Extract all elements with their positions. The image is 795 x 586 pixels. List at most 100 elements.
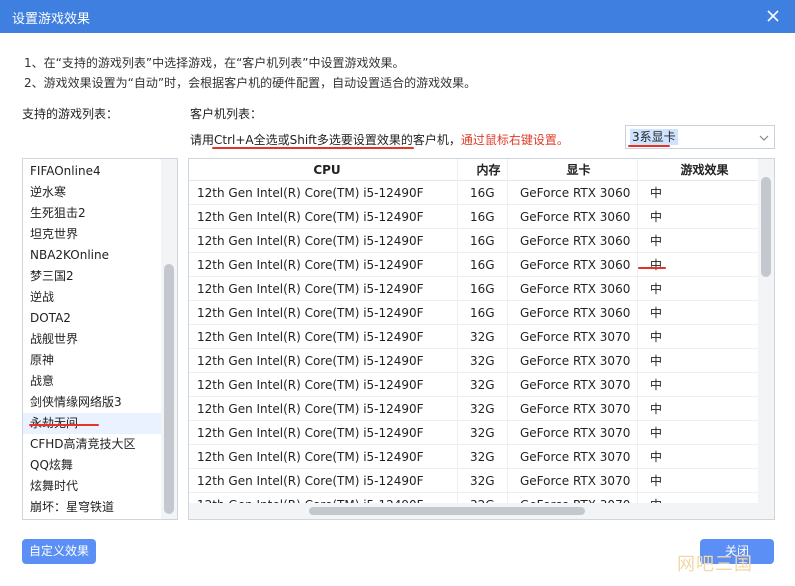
cell-effect: 中 (637, 301, 759, 325)
cell-cpu: 12th Gen Intel(R) Core(TM) i5-12490F (197, 450, 424, 464)
table-row[interactable]: 12th Gen Intel(R) Core(TM) i5-12490F 32GG… (189, 469, 759, 493)
cell-gpu: GeForce RTX 3060 (507, 205, 637, 229)
game-list-item[interactable]: 生死狙击2 (23, 203, 161, 224)
cell-gpu: GeForce RTX 3060 (507, 253, 637, 277)
cell-cpu: 12th Gen Intel(R) Core(TM) i5-12490F (197, 186, 424, 200)
header-cpu[interactable]: CPU (189, 159, 457, 181)
game-list-label: 支持的游戏列表： (22, 107, 119, 121)
window-title: 设置游戏效果 (12, 12, 91, 27)
game-list-item[interactable]: DOTA2 (23, 308, 161, 329)
table-vscrollbar[interactable] (758, 159, 774, 503)
table-hscrollbar[interactable] (189, 503, 759, 519)
cell-gpu: GeForce RTX 3070 (507, 445, 637, 469)
cell-cpu: 12th Gen Intel(R) Core(TM) i5-12490F (197, 402, 424, 416)
cell-effect: 中 (637, 325, 759, 349)
annotation-underline-game (29, 424, 99, 426)
hint-red: 通过鼠标右键设置。 (460, 133, 569, 147)
table-row[interactable]: 12th Gen Intel(R) Core(TM) i5-12490F 32GG… (189, 325, 759, 349)
annotation-underline-select (628, 145, 670, 147)
game-list-item[interactable]: 战意 (23, 371, 161, 392)
cell-gpu: GeForce RTX 3070 (507, 469, 637, 493)
instruction-1: 1、在“支持的游戏列表”中选择游戏，在“客户机列表”中设置游戏效果。 (24, 56, 405, 70)
game-list-scroll-thumb[interactable] (164, 264, 174, 514)
cell-cpu: 12th Gen Intel(R) Core(TM) i5-12490F (197, 474, 424, 488)
table-row[interactable]: 12th Gen Intel(R) Core(TM) i5-12490F 16G G… (189, 253, 759, 277)
game-list-item[interactable]: FIFAOnline4 (23, 161, 161, 182)
table-vscroll-thumb[interactable] (761, 177, 771, 277)
cell-cpu: 12th Gen Intel(R) Core(TM) i5-12490F (197, 426, 424, 440)
hint-text: 请用Ctrl+A全选或Shift多选要设置效果的客户机，通过鼠标右键设置。 (190, 131, 569, 148)
cell-gpu: GeForce RTX 3070 (507, 349, 637, 373)
close-icon[interactable] (763, 6, 783, 26)
cell-mem: 16G (457, 253, 507, 277)
annotation-underline-hint (212, 147, 414, 149)
client-list-label: 客户机列表： (190, 107, 263, 121)
game-list-item[interactable]: 剑侠情缘网络版3 (23, 392, 161, 413)
game-list-item[interactable]: QQ炫舞 (23, 455, 161, 476)
table-row[interactable]: 12th Gen Intel(R) Core(TM) i5-12490F 16G G… (189, 205, 759, 229)
cell-gpu: GeForce RTX 3070 (507, 421, 637, 445)
cell-mem: 32G (457, 469, 507, 493)
game-list-item[interactable]: NBA2KOnline (23, 245, 161, 266)
client-table[interactable]: CPU 内存 显卡 游戏效果 12th Gen Intel(R) Core(TM… (188, 158, 775, 520)
game-list-item[interactable]: 梦三国2 (23, 266, 161, 287)
cell-cpu: 12th Gen Intel(R) Core(TM) i5-12490F (197, 210, 424, 224)
cell-gpu: GeForce RTX 3070 (507, 325, 637, 349)
cell-effect: 中 (637, 253, 759, 277)
cell-effect: 中 (637, 349, 759, 373)
game-list-item[interactable]: 原神 (23, 350, 161, 371)
cell-cpu: 12th Gen Intel(R) Core(TM) i5-12490F (197, 330, 424, 344)
cell-effect: 中 (637, 181, 759, 205)
header-mem[interactable]: 内存 (457, 159, 507, 181)
game-list-item[interactable]: 战舰世界 (23, 329, 161, 350)
annotation-underline-effect (638, 267, 666, 269)
game-list-item[interactable]: 逆水寒 (23, 182, 161, 203)
table-row[interactable]: 12th Gen Intel(R) Core(TM) i5-12490F 16G G… (189, 229, 759, 253)
scroll-corner (758, 503, 774, 519)
dialog-body: 1、在“支持的游戏列表”中选择游戏，在“客户机列表”中设置游戏效果。 2、游戏效… (0, 33, 795, 586)
game-list-item[interactable]: 坦克世界 (23, 224, 161, 245)
cell-effect: 中 (637, 397, 759, 421)
cell-mem: 16G (457, 277, 507, 301)
table-row[interactable]: 12th Gen Intel(R) Core(TM) i5-12490F 32GG… (189, 349, 759, 373)
cell-cpu: 12th Gen Intel(R) Core(TM) i5-12490F (197, 378, 424, 392)
cell-effect: 中 (637, 469, 759, 493)
cell-mem: 16G (457, 181, 507, 205)
hint-main: 请用Ctrl+A全选或Shift多选要设置效果的客户机， (190, 133, 461, 147)
cell-effect: 中 (637, 205, 759, 229)
game-list-item[interactable]: 炫舞时代 (23, 476, 161, 497)
table-header: CPU 内存 显卡 游戏效果 (189, 159, 759, 181)
table-hscroll-thumb[interactable] (309, 507, 585, 515)
cell-cpu: 12th Gen Intel(R) Core(TM) i5-12490F (197, 234, 424, 248)
game-list[interactable]: FIFAOnline4 逆水寒 生死狙击2 坦克世界 NBA2KOnline 梦三国2 逆战… (22, 158, 178, 520)
header-effect[interactable]: 游戏效果 (637, 159, 759, 181)
table-row[interactable]: 12th Gen Intel(R) Core(TM) i5-12490F 32GG… (189, 373, 759, 397)
title-bar: 设置游戏效果 (0, 0, 795, 33)
game-list-item[interactable]: CFHD高清竞技大区 (23, 434, 161, 455)
cell-mem: 32G (457, 349, 507, 373)
game-list-item[interactable]: 崩坏：星穹铁道 (23, 497, 161, 518)
cell-cpu: 12th Gen Intel(R) Core(TM) i5-12490F (197, 282, 424, 296)
cell-mem: 32G (457, 421, 507, 445)
cell-mem: 32G (457, 325, 507, 349)
cell-mem: 32G (457, 445, 507, 469)
table-row[interactable]: 12th Gen Intel(R) Core(TM) i5-12490F 16G G… (189, 301, 759, 325)
chevron-down-icon (759, 135, 769, 141)
cell-mem: 16G (457, 229, 507, 253)
custom-effect-button[interactable]: 自定义效果 (22, 539, 96, 564)
cell-effect: 中 (637, 445, 759, 469)
cell-cpu: 12th Gen Intel(R) Core(TM) i5-12490F (197, 354, 424, 368)
table-row[interactable]: 12th Gen Intel(R) Core(TM) i5-12490F 32GG… (189, 445, 759, 469)
game-list-item[interactable]: 逆战 (23, 287, 161, 308)
cell-gpu: GeForce RTX 3060 (507, 229, 637, 253)
cell-effect: 中 (637, 421, 759, 445)
table-row[interactable]: 12th Gen Intel(R) Core(TM) i5-12490F 32GG… (189, 421, 759, 445)
cell-effect: 中 (637, 229, 759, 253)
table-row[interactable]: 12th Gen Intel(R) Core(TM) i5-12490F 16G G… (189, 181, 759, 205)
table-row[interactable]: 12th Gen Intel(R) Core(TM) i5-12490F 16G G… (189, 277, 759, 301)
gpu-filter-value: 3系显卡 (630, 129, 678, 145)
game-list-scrollbar[interactable] (161, 159, 177, 519)
header-gpu[interactable]: 显卡 (507, 159, 637, 181)
cell-gpu: GeForce RTX 3070 (507, 373, 637, 397)
table-row[interactable]: 12th Gen Intel(R) Core(TM) i5-12490F 32GG… (189, 397, 759, 421)
